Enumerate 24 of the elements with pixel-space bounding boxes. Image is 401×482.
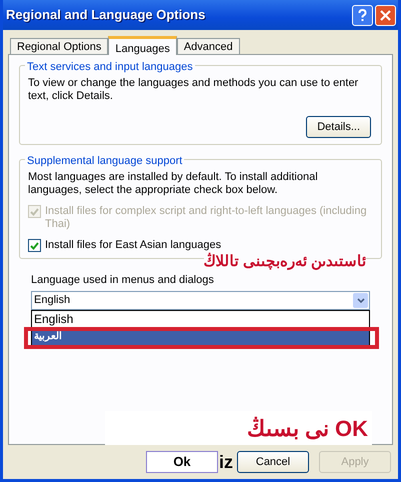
description: To view or change the languages and methods you can use to enter text, click Details. (28, 77, 360, 103)
field-label: Language used in menus and dialogs (31, 274, 215, 287)
checkbox-label: Install files for East Asian languages (45, 239, 222, 252)
help-icon (358, 8, 367, 22)
tab[interactable]: Advanced (176, 38, 240, 54)
checkbox-label: Install files for complex script and right-to-left languages (including Thai) (45, 205, 368, 231)
tab[interactable]: Languages (108, 36, 177, 55)
annotation-text: iz (218, 453, 233, 471)
help-button[interactable] (352, 4, 373, 26)
group-title: Supplemental language support (25, 153, 184, 170)
language-dropdown[interactable]: English (31, 291, 370, 310)
window-title: Regional and Language Options (6, 6, 206, 24)
dropdown-option[interactable]: English (32, 311, 369, 328)
details-button[interactable]: Details... (306, 116, 371, 138)
description: Most languages are installed by default. To install additional languages, select the appropriate check box below. (28, 171, 319, 197)
close-button[interactable] (375, 4, 396, 26)
group-title: Text services and input languages (25, 59, 195, 76)
cancel-button[interactable]: Cancel (237, 451, 309, 473)
annotation-text: OK نى بسىڭ (246, 414, 368, 442)
checkbox[interactable] (28, 239, 41, 252)
ok-button[interactable]: Ok (146, 451, 218, 473)
close-icon (380, 10, 391, 20)
dropdown-value: English (34, 293, 70, 308)
tab[interactable]: Regional Options (10, 38, 108, 54)
